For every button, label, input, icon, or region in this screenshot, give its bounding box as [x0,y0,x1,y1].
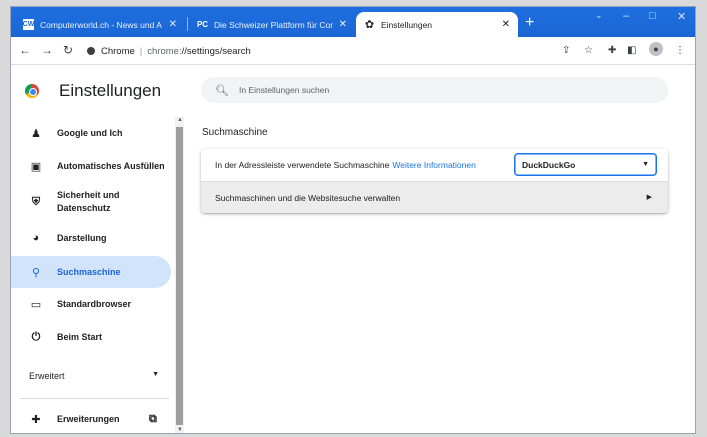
address-url-scheme: chrome: [147,45,182,57]
search-icon: 🔍︎ [215,84,229,97]
chevron-right-icon: ▶ [646,194,652,201]
power-icon: ⏻ [31,330,41,343]
address-bar[interactable]: Chrome | chrome://settings/search [87,41,567,61]
chevron-down-icon: ▼ [152,371,159,378]
clipboard-icon: ▣ [30,160,42,173]
sidebar-item-label: Sicherheit und [57,190,120,200]
pc-favicon-icon: PC [196,20,209,29]
sidebar-item-on-startup[interactable]: ⏻ Beim Start [11,325,171,349]
sidebar-item-google[interactable]: ♟ Google und Ich [11,121,171,145]
search-icon: ⚲ [31,266,41,279]
search-engine-label: In der Adressleiste verwendete Suchmasch… [215,160,390,170]
dropdown-caret-icon: ▼ [642,161,649,168]
puzzle-icon: ✚ [31,413,41,426]
extensions-puzzle-icon[interactable]: ✚ [608,45,616,57]
share-icon[interactable]: ⇪ [562,45,570,57]
settings-header: Einstellungen 🔍︎ [11,65,695,117]
settings-search-box[interactable]: 🔍︎ [201,77,668,103]
sidebar-item-default-browser[interactable]: ▭ Standardbrowser [11,292,171,316]
sidebar-scrollbar[interactable]: ▲ ▼ [175,117,184,433]
sidebar-item-appearance[interactable]: ◕ Darstellung [11,226,171,250]
browser-window-icon: ▭ [30,298,42,311]
chrome-page-icon [87,47,95,55]
sidebar-divider [19,398,169,399]
new-tab-button[interactable]: + [525,14,534,32]
tab-pcworld[interactable]: PC Die Schweizer Plattform für Com ✕ [189,12,355,37]
manage-search-engines-row[interactable]: Suchmaschinen und die Websitesuche verwa… [201,181,668,213]
minimize-button[interactable]: – [623,10,629,22]
close-window-button[interactable]: ✕ [677,10,686,23]
chrome-logo-icon [25,84,39,98]
profile-avatar-icon[interactable]: ● [649,42,663,56]
sidebar-item-autofill[interactable]: ▣ Automatisches Ausfüllen [11,154,171,178]
tab-search-chevron-icon[interactable]: ⌄ [595,10,603,21]
sidebar-item-label: Automatisches Ausfüllen [57,161,165,171]
browser-toolbar: ← → ↻ Chrome | chrome://settings/search … [11,37,695,65]
tab-strip: CW Computerworld.ch - News und A ✕ PC Di… [11,7,695,37]
gear-icon: ✿ [364,19,375,31]
search-engine-row: In der Adressleiste verwendete Suchmasch… [201,149,668,181]
section-title: Suchmaschine [202,127,268,138]
scroll-down-arrow-icon[interactable]: ▼ [177,427,183,433]
selected-engine: DuckDuckGo [522,159,576,170]
bookmark-star-icon[interactable]: ☆ [584,45,593,57]
settings-search-input[interactable] [238,85,539,95]
computerworld-favicon-icon: CW [22,19,35,30]
sidebar-item-label: Google und Ich [57,128,123,138]
sidebar-item-label: Suchmaschine [57,267,121,277]
tab-close-icon[interactable]: ✕ [339,19,347,30]
manage-search-engines-label: Suchmaschinen und die Websitesuche verwa… [215,192,401,203]
sidebar-item-extensions[interactable]: ✚ Erweiterungen ⧉ [11,407,171,431]
menu-kebab-icon[interactable]: ⋮ [675,45,685,57]
sidebar-item-search-engine[interactable]: ⚲ Suchmaschine [11,256,171,288]
scroll-up-arrow-icon[interactable]: ▲ [177,117,183,123]
tab-close-icon[interactable]: ✕ [502,19,510,30]
search-engine-card: In der Adressleiste verwendete Suchmasch… [201,149,668,213]
tab-title: Die Schweizer Plattform für Com [214,19,333,30]
tab-title: Computerworld.ch - News und A [40,19,162,30]
search-engine-dropdown[interactable]: DuckDuckGo ▼ [515,154,656,175]
settings-sidebar: ♟ Google und Ich ▣ Automatisches Ausfüll… [11,117,174,433]
address-site-label: Chrome [101,45,135,57]
scrollbar-thumb[interactable] [176,127,183,425]
tab-separator [187,17,188,31]
side-panel-icon[interactable]: ◧ [627,45,636,57]
sidebar-item-label-line2: Datenschutz [57,203,111,213]
reload-icon[interactable]: ↻ [63,43,73,57]
sidebar-item-privacy[interactable]: ⛨ Sicherheit und Datenschutz [11,185,171,219]
tab-computerworld[interactable]: CW Computerworld.ch - News und A ✕ [15,12,185,37]
address-separator: | [139,45,143,57]
browser-window: CW Computerworld.ch - News und A ✕ PC Di… [10,6,696,434]
shield-icon: ⛨ [31,195,41,208]
open-in-new-icon: ⧉ [149,412,157,425]
sidebar-item-label: Beim Start [57,332,103,342]
back-arrow-icon[interactable]: ← [19,43,31,57]
tab-einstellungen[interactable]: ✿ Einstellungen ✕ [356,12,518,37]
maximize-button[interactable]: □ [649,10,656,22]
palette-icon: ◕ [32,232,40,244]
sidebar-advanced-toggle[interactable]: Erweitert ▼ [29,371,159,381]
page-title: Einstellungen [59,81,162,100]
sidebar-item-label: Darstellung [57,233,107,243]
tab-title: Einstellungen [381,19,433,30]
advanced-label: Erweitert [29,371,65,381]
tab-close-icon[interactable]: ✕ [169,19,177,30]
sidebar-item-label: Standardbrowser [57,299,132,309]
learn-more-link[interactable]: Weitere Informationen [392,160,475,170]
forward-arrow-icon[interactable]: → [41,43,53,57]
address-url-path: //settings/search [181,45,251,57]
sidebar-item-label: Erweiterungen [57,414,120,424]
sidebar-item-label-wrap: Sicherheit und Datenschutz [57,189,120,215]
person-icon: ♟ [31,127,41,140]
